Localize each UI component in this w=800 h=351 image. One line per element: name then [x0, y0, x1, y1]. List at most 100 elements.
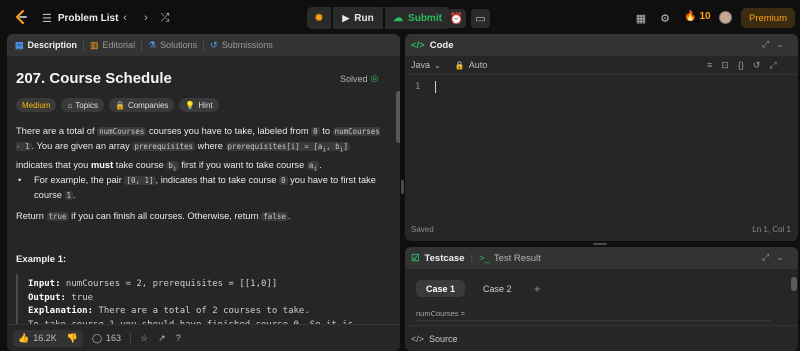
maximize-icon[interactable]: ⤢	[762, 252, 769, 263]
problem-list-label: Problem List	[57, 13, 119, 24]
tab-editorial[interactable]: ▥ Editorial	[83, 39, 141, 51]
streak-counter[interactable]: 🔥 10	[684, 11, 711, 22]
reset-icon[interactable]: ↺	[753, 60, 761, 71]
editor-cursor[interactable]	[435, 81, 436, 93]
next-problem-icon[interactable]: ›	[137, 9, 155, 27]
lock-icon: 🔒	[454, 60, 465, 70]
case-1-tab[interactable]: Case 1	[416, 280, 466, 297]
timer-icon[interactable]: ⏰	[447, 9, 466, 28]
test-tabs: ☑ Testcase | >_ Test Result	[405, 247, 798, 269]
tab-testcase[interactable]: ☑ Testcase	[411, 253, 465, 264]
chevron-down-icon: ⌄	[434, 60, 441, 70]
language-select[interactable]: Java ⌄	[411, 60, 441, 70]
problem-title: 207. Course Schedule	[16, 70, 172, 87]
submit-button[interactable]: ☁ Submit	[385, 7, 450, 29]
divider: |	[470, 252, 473, 264]
checkbox-icon: ☑	[411, 252, 420, 264]
description-bullet: • For example, the pair [0, 1], indicates…	[18, 175, 376, 200]
tab-description-label: Description	[27, 40, 78, 50]
like-button[interactable]: 👍 16.2K	[13, 329, 62, 347]
tag-row: Medium ⌂ Topics 🔒 Companies 💡 Hint	[16, 98, 219, 112]
hint-label: Hint	[198, 100, 213, 110]
case-tabs: Case 1 Case 2 +	[416, 280, 545, 297]
hint-tag[interactable]: 💡 Hint	[179, 98, 219, 112]
shuffle-icon[interactable]: ⤮	[156, 9, 174, 27]
fire-icon: 🔥	[684, 11, 697, 22]
topics-tag[interactable]: ⌂ Topics	[61, 98, 104, 112]
premium-button[interactable]: Premium	[741, 8, 795, 28]
history-icon: ↺	[210, 39, 218, 50]
tab-description[interactable]: ▤ Description	[15, 40, 83, 51]
lock-icon: 🔒	[114, 100, 125, 110]
problem-list-link[interactable]: ☰ Problem List	[42, 12, 118, 25]
top-nav: ☰ Problem List ‹ › ⤮ ✹ ▶ Run ☁ Submit ⏰ …	[0, 0, 800, 34]
code-title: Code	[429, 39, 454, 51]
horizontal-splitter[interactable]	[593, 243, 607, 245]
description-paragraph-1: There are a total of numCourses courses …	[16, 126, 380, 172]
test-scrollbar[interactable]	[791, 277, 797, 291]
language-label: Java	[411, 60, 431, 70]
solved-label: Solved	[340, 73, 368, 84]
flask-icon: ⚗	[148, 39, 157, 50]
notes-icon[interactable]: ▭	[471, 9, 490, 28]
terminal-icon: >_	[478, 252, 490, 264]
add-case-button[interactable]: +	[530, 280, 545, 297]
braces-icon[interactable]: {}	[738, 60, 744, 71]
bookmark-icon[interactable]: ⊡	[721, 60, 729, 71]
run-button[interactable]: ▶ Run	[333, 7, 383, 29]
example-heading: Example 1:	[16, 254, 67, 265]
tag-icon: ⌂	[67, 100, 73, 110]
thumbs-down-icon: 👎	[66, 332, 78, 343]
problem-header: 207. Course Schedule	[16, 70, 386, 87]
prev-problem-icon[interactable]: ‹	[116, 9, 134, 27]
list-icon: ☰	[42, 13, 52, 25]
help-button[interactable]: ?	[171, 330, 186, 347]
case-2-tab[interactable]: Case 2	[473, 280, 522, 297]
source-link[interactable]: Source	[429, 334, 458, 344]
saved-status: Saved	[411, 225, 434, 234]
mode-label: Auto	[468, 60, 488, 70]
tab-submissions[interactable]: ↺ Submissions	[203, 39, 279, 51]
star-icon: ☆	[140, 332, 149, 343]
dislike-button[interactable]: 👎	[61, 329, 83, 347]
leetcode-logo[interactable]	[14, 10, 28, 24]
difficulty-badge[interactable]: Medium	[16, 98, 57, 112]
comments-button[interactable]: ◯ 163	[87, 330, 126, 347]
companies-tag[interactable]: 🔒 Companies	[108, 98, 175, 112]
tab-test-result-label: Test Result	[493, 252, 541, 264]
favorite-button[interactable]: ☆	[135, 330, 153, 347]
tab-test-result[interactable]: >_ Test Result	[479, 253, 541, 264]
description-scrollbar[interactable]	[396, 91, 400, 143]
code-panel: </> Code ⤢ ⌄ Java ⌄ 🔒 Auto ≡ ⊡ {} ↺ ⤢ 1 …	[405, 34, 798, 241]
solved-status: Solved ◎	[340, 73, 378, 84]
editor-actions: ≡ ⊡ {} ↺ ⤢	[707, 60, 777, 71]
tab-editorial-label: Editorial	[102, 40, 136, 50]
testcase-panel: ☑ Testcase | >_ Test Result ⤢ ⌄ Case 1 C…	[405, 247, 798, 351]
chevron-down-icon[interactable]: ⌄	[776, 39, 784, 50]
chevron-down-icon[interactable]: ⌄	[776, 252, 784, 263]
avatar[interactable]	[719, 11, 732, 24]
code-brackets-icon: </>	[411, 39, 425, 51]
format-icon[interactable]: ≡	[707, 60, 712, 71]
code-header-actions: ⤢ ⌄	[762, 39, 784, 50]
check-circle-icon: ◎	[370, 73, 379, 83]
share-icon: ↗	[158, 332, 166, 343]
fullscreen-icon[interactable]: ⤢	[769, 60, 776, 71]
cloud-upload-icon: ☁	[393, 12, 404, 24]
description-footer: 👍 16.2K 👎 ◯ 163 ☆ ↗ ?	[7, 324, 400, 351]
play-icon: ▶	[342, 12, 350, 23]
maximize-icon[interactable]: ⤢	[762, 39, 769, 50]
share-button[interactable]: ↗	[153, 330, 171, 347]
thumbs-up-icon: 👍	[18, 332, 30, 343]
vertical-splitter[interactable]	[401, 180, 404, 194]
tab-solutions[interactable]: ⚗ Solutions	[141, 39, 203, 51]
comment-count: 163	[106, 333, 122, 343]
comment-icon: ◯	[91, 332, 103, 343]
like-count: 16.2K	[33, 333, 57, 343]
run-submit-group: ✹ ▶ Run ☁ Submit	[307, 7, 450, 29]
book-icon: ▥	[90, 39, 99, 50]
layout-grid-icon[interactable]: ▦	[632, 9, 650, 27]
mode-toggle[interactable]: 🔒 Auto	[455, 60, 487, 70]
debug-button[interactable]: ✹	[307, 7, 331, 29]
settings-gear-icon[interactable]: ⚙	[656, 9, 674, 27]
